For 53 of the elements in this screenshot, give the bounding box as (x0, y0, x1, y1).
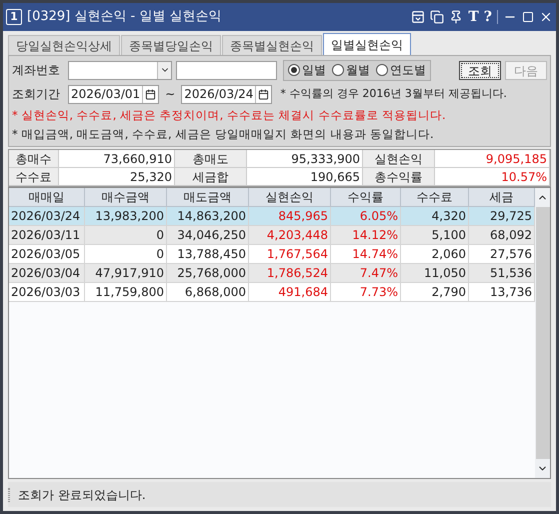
summary-label: 실현손익 (363, 150, 435, 167)
scrollbar[interactable] (535, 188, 550, 478)
account-dropdown[interactable] (68, 60, 172, 80)
radio-button[interactable] (376, 64, 388, 76)
calendar-icon[interactable] (258, 88, 270, 100)
maximize-icon[interactable] (522, 11, 534, 23)
table-cell: 2,790 (401, 283, 469, 302)
tab[interactable]: 일별실현손익 (323, 33, 411, 55)
radio-button[interactable] (288, 64, 300, 76)
table-cell: 491,684 (249, 283, 331, 302)
notice-text: * 매입금액, 매도금액, 수수료, 세금은 당일매매일지 화면의 내용과 동일합니다. (12, 126, 435, 143)
range-note: * 수익률의 경우 2016년 3월부터 제공됩니다. (280, 86, 507, 102)
range-separator: ~ (164, 86, 176, 103)
summary-label: 총매도 (175, 150, 247, 167)
table-row[interactable]: 2026/03/03 11,759,800 6,868,000 491,684 7.73% 2,790 13,736 (9, 283, 535, 302)
notice-text: * 실현손익, 수수료, 세금은 추정치이며, 수수료는 체결시 수수료률로 적용됩니다. (12, 107, 447, 124)
table-cell: 2026/03/03 (9, 283, 85, 302)
table-row[interactable]: 2026/03/24 13,983,200 14,863,200 845,965 6.05% 4,320 29,725 (9, 207, 535, 226)
radio-label: 월별 (346, 62, 370, 79)
table-row[interactable]: 2026/03/05 0 13,788,450 1,767,564 14.74% 2,060 27,576 (9, 245, 535, 264)
pin-icon[interactable] (449, 10, 464, 24)
start-date-field[interactable]: 2026/03/01 (68, 84, 160, 104)
layout-icon[interactable] (411, 10, 426, 24)
toolbar-button[interactable]: T (468, 10, 479, 24)
table-cell: 7.73% (331, 283, 401, 302)
account-name-field[interactable] (176, 60, 277, 80)
summary-value: 9,095,185 (435, 150, 550, 167)
summary-label: 수수료 (9, 168, 59, 185)
summary-label: 총수익률 (363, 168, 435, 185)
status-text: 조회가 완료되었습니다. (18, 486, 146, 504)
close-icon[interactable] (539, 10, 553, 24)
table-cell: 6,868,000 (167, 283, 249, 302)
table-cell: 11,759,800 (85, 283, 167, 302)
radio-label: 일별 (302, 62, 326, 79)
table-row[interactable]: 2026/03/11 0 34,046,250 4,203,448 14.12% 5,100 68,092 (9, 226, 535, 245)
tab[interactable]: 당일실현손익상세 (8, 35, 120, 55)
summary-label: 총매수 (9, 150, 59, 167)
end-date-field[interactable]: 2026/03/24 (181, 84, 272, 104)
account-label: 계좌번호 (12, 62, 61, 79)
tab[interactable]: 종목별실현손익 (222, 35, 322, 55)
summary-value: 10.57% (435, 168, 550, 185)
radio-button[interactable] (332, 64, 344, 76)
period-label: 조회기간 (12, 86, 61, 103)
toolbar-button[interactable]: ? (484, 10, 492, 24)
copy-icon[interactable] (430, 10, 444, 24)
summary-label: 세금합 (175, 168, 247, 185)
window-title: [0329] 실현손익 - 일별 실현손익 (27, 8, 222, 26)
action-button[interactable]: 조회 (459, 60, 501, 80)
radio-label: 연도별 (390, 62, 426, 79)
window-number-badge: 1 (6, 9, 22, 25)
calendar-icon[interactable] (145, 88, 156, 100)
tab[interactable]: 종목별당일손익 (121, 35, 221, 55)
table-row[interactable]: 2026/03/04 47,917,910 25,768,000 1,786,524 7.47% 11,050 51,536 (9, 264, 535, 283)
